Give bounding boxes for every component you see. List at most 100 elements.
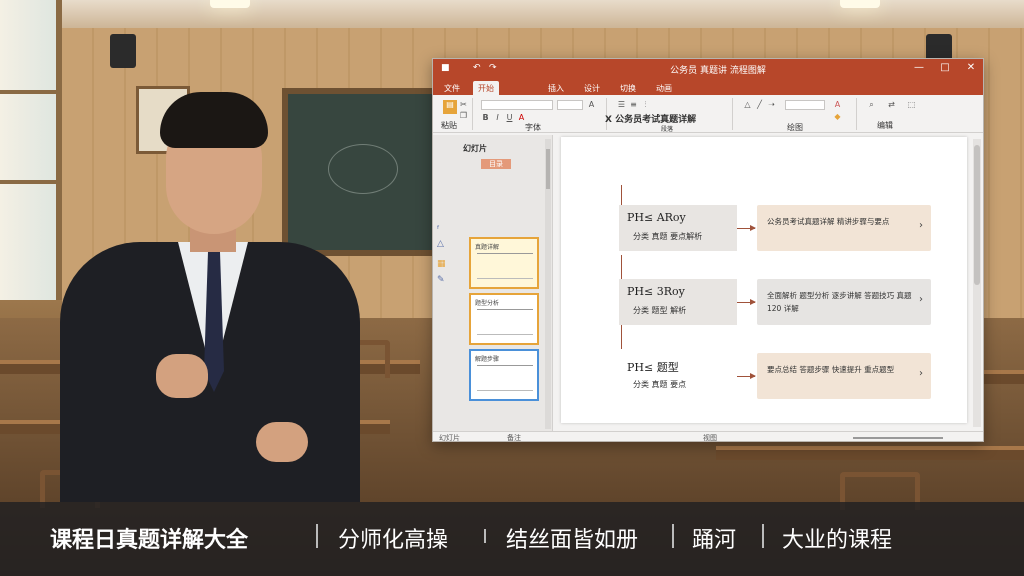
paragraph-group: ☰ ≡ ⫶ X 公务员考试真题详解 段落 (605, 98, 733, 133)
desk (716, 446, 1024, 460)
insert-image-icon[interactable]: ▦ (437, 259, 446, 269)
caption-separator (316, 524, 318, 548)
step-subtitle: 分类 真题 要点解析 (633, 232, 703, 241)
desk (984, 370, 1024, 384)
ceiling-lamp (210, 0, 250, 8)
font-group: A B I U A 字体 (477, 98, 607, 132)
chevron-right-icon[interactable]: › (919, 368, 923, 379)
classroom-window (0, 0, 62, 300)
status-slide-info: 幻灯片 (439, 434, 460, 442)
chevron-right-icon[interactable]: › (919, 220, 923, 231)
underline-icon[interactable]: U (505, 113, 514, 122)
ribbon-tab-bar: 文件 开始 插入 设计 切换 动画 (433, 79, 983, 95)
chevron-right-icon[interactable]: › (919, 294, 923, 305)
status-bar: 幻灯片 备注 视图 (433, 431, 983, 442)
caption-segment: 大业的课程 (782, 528, 893, 553)
slide-thumbnail-pane: 幻灯片 目录 ᶠ △ ▦ ✎ 真题详解 题型分析 解题步骤 (433, 135, 553, 431)
comment-icon[interactable]: ✎ (437, 275, 445, 285)
caption-separator (762, 524, 764, 548)
thumbnail-pane-title: 幻灯片 (463, 144, 487, 153)
slide-thumbnail-label: 题型分析 (475, 300, 500, 307)
cut-icon[interactable]: ✂ (459, 100, 468, 109)
slide-scrollbar[interactable] (973, 139, 981, 427)
group-label-drawing: 绘图 (787, 123, 803, 132)
step-detail-text: 公务员考试真题详解 精讲步骤与要点 (767, 217, 890, 226)
redo-icon[interactable]: ↷ (489, 63, 497, 73)
step-detail-card[interactable]: 全面解析 题型分析 逐步讲解 答题技巧 真题 120 详解 › (757, 279, 931, 325)
paste-icon[interactable]: ▤ (443, 100, 457, 114)
group-label-paste: 粘贴 (441, 121, 457, 130)
step-subtitle: 分类 题型 解析 (633, 306, 687, 315)
slide-thumbnail[interactable]: 解题步骤 (469, 349, 539, 401)
slide-thumbnail[interactable]: 题型分析 (469, 293, 539, 345)
flow-arrow (737, 299, 756, 305)
caption-banner: 课程日真题详解大全 分师化高操 结丝面皆如册 踊河 大业的课程 (0, 502, 1024, 576)
ceiling-lamp (840, 0, 880, 8)
maximize-button[interactable]: □ (937, 62, 953, 73)
grow-font-icon[interactable]: A (587, 100, 596, 109)
step-detail-text: 全面解析 题型分析 逐步讲解 答题技巧 真题 120 详解 (767, 291, 912, 313)
fill-icon[interactable]: ◆ (833, 112, 842, 121)
caption-separator (484, 529, 486, 543)
shape-styles-box[interactable] (785, 100, 825, 110)
title-bar: ■ ↶ ↷ 公务员 真题讲 流程图解 — □ ✕ (433, 59, 983, 79)
presenter (60, 92, 360, 502)
gesturing-hand (156, 354, 208, 398)
undo-icon[interactable]: ↶ (473, 63, 481, 73)
group-label-font: 字体 (525, 123, 541, 132)
zoom-slider[interactable] (853, 437, 943, 439)
tab-file[interactable]: 文件 (439, 81, 465, 95)
wall-speaker (110, 34, 136, 68)
step-code: PH≤ 3Roy (627, 285, 685, 298)
tab-design[interactable]: 设计 (579, 81, 605, 95)
group-label-paragraph: 段落 (661, 126, 674, 133)
find-icon[interactable]: ⌕ (867, 100, 876, 109)
replace-icon[interactable]: ⇄ (887, 100, 896, 109)
minimize-button[interactable]: — (911, 62, 927, 73)
bullets-icon[interactable]: ☰ (617, 100, 626, 109)
flow-step[interactable]: PH≤ ARoy 分类 真题 要点解析 (619, 205, 737, 251)
caption-segment: 结丝面皆如册 (506, 528, 639, 553)
font-size-box[interactable] (557, 100, 583, 110)
flow-connector (621, 185, 622, 207)
tab-animations[interactable]: 动画 (651, 81, 677, 95)
tab-insert[interactable]: 插入 (543, 81, 569, 95)
slide-thumbnail-label: 真题详解 (475, 244, 500, 251)
flow-step[interactable]: PH≤ 题型 分类 真题 要点 (619, 353, 737, 399)
presentation-app-window: ■ ↶ ↷ 公务员 真题讲 流程图解 — □ ✕ 文件 开始 插入 设计 切换 … (432, 58, 984, 442)
copy-icon[interactable]: ❐ (459, 111, 468, 120)
slide-canvas[interactable]: PH≤ ARoy 分类 真题 要点解析 公务员考试真题详解 精讲步骤与要点 › … (561, 137, 967, 423)
arrow-shape-icon[interactable]: ➝ (767, 100, 776, 109)
resting-hand (256, 422, 308, 462)
line-icon[interactable]: ╱ (755, 100, 764, 109)
step-detail-card[interactable]: 要点总结 答题步骤 快速提升 重点题型 › (757, 353, 931, 399)
step-subtitle: 分类 真题 要点 (633, 380, 687, 389)
italic-icon[interactable]: I (493, 113, 502, 122)
shapes-icon[interactable]: △ (437, 239, 444, 249)
font-color-icon[interactable]: A (517, 113, 526, 122)
flow-arrow (737, 225, 756, 231)
slide-thumbnail[interactable]: 真题详解 (469, 237, 539, 289)
caption-title: 课程日真题详解大全 (50, 528, 249, 553)
flow-step[interactable]: PH≤ 3Roy 分类 题型 解析 (619, 279, 737, 325)
align-icon[interactable]: ⫶ (641, 100, 650, 109)
outline-icon[interactable]: ᶠ (437, 225, 440, 235)
select-icon[interactable]: ⬚ (907, 100, 916, 109)
step-detail-card[interactable]: 公务员考试真题详解 精讲步骤与要点 › (757, 205, 931, 251)
numbering-icon[interactable]: ≡ (629, 100, 638, 109)
status-notes[interactable]: 备注 (507, 433, 521, 441)
bold-icon[interactable]: B (481, 113, 490, 122)
close-button[interactable]: ✕ (963, 62, 979, 73)
thumbnail-scrollbar[interactable] (545, 139, 551, 429)
step-code: PH≤ ARoy (627, 211, 686, 224)
shape-icon[interactable]: △ (743, 100, 752, 109)
ribbon-heading: X 公务员考试真题详解 (605, 115, 697, 125)
status-view[interactable]: 视图 (703, 433, 717, 441)
window-title: 公务员 真题讲 流程图解 (670, 66, 766, 76)
text-effects-icon[interactable]: A (833, 100, 842, 109)
font-name-box[interactable] (481, 100, 553, 110)
tab-transitions[interactable]: 切换 (615, 81, 641, 95)
caption-segment: 分师化高操 (338, 528, 449, 553)
step-code: PH≤ 题型 (627, 361, 679, 374)
tab-home[interactable]: 开始 (473, 81, 499, 95)
